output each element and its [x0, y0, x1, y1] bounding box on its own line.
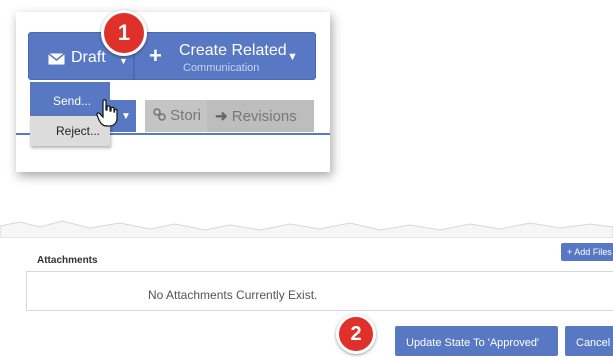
create-related-sublabel: Communication — [183, 62, 260, 74]
tab-stories-label: Stori — [170, 107, 202, 124]
cancel-button[interactable]: Cancel — [565, 326, 613, 356]
tab-revisions[interactable]: ➜ Revisions — [207, 100, 314, 132]
hand-cursor-icon — [96, 99, 118, 127]
envelope-icon — [48, 52, 65, 70]
chevron-down-icon: ▼ — [287, 51, 298, 63]
chevron-down-icon: ▼ — [119, 56, 128, 66]
tab-revisions-label: Revisions — [231, 108, 297, 125]
step-1-badge: 1 — [101, 10, 147, 56]
menu-item-send-label: Send... — [53, 94, 92, 108]
link-icon — [153, 107, 170, 124]
step-2-badge: 2 — [336, 314, 376, 354]
arrow-right-icon: ➜ — [215, 108, 228, 125]
add-files-label: Add Files — [574, 247, 612, 257]
torn-edge-divider — [0, 220, 613, 238]
update-state-button[interactable]: Update State To 'Approved' — [395, 326, 558, 356]
draft-button-label: Draft — [71, 49, 106, 66]
tab-stories[interactable]: Stori — [145, 100, 207, 132]
plus-icon: + — [149, 43, 162, 68]
attachments-empty-message: No Attachments Currently Exist. — [148, 288, 318, 302]
create-related-label: Create Related — [179, 42, 287, 59]
menu-item-reject-label: Reject... — [56, 124, 101, 138]
plus-icon: + — [567, 247, 573, 257]
chevron-down-icon: ▼ — [121, 111, 131, 122]
attachments-heading: Attachments — [37, 255, 98, 266]
create-related-button[interactable]: + Create Related Communication ▼ — [134, 32, 316, 80]
attachments-list — [26, 271, 613, 311]
add-files-button[interactable]: + Add Files — [561, 243, 613, 261]
